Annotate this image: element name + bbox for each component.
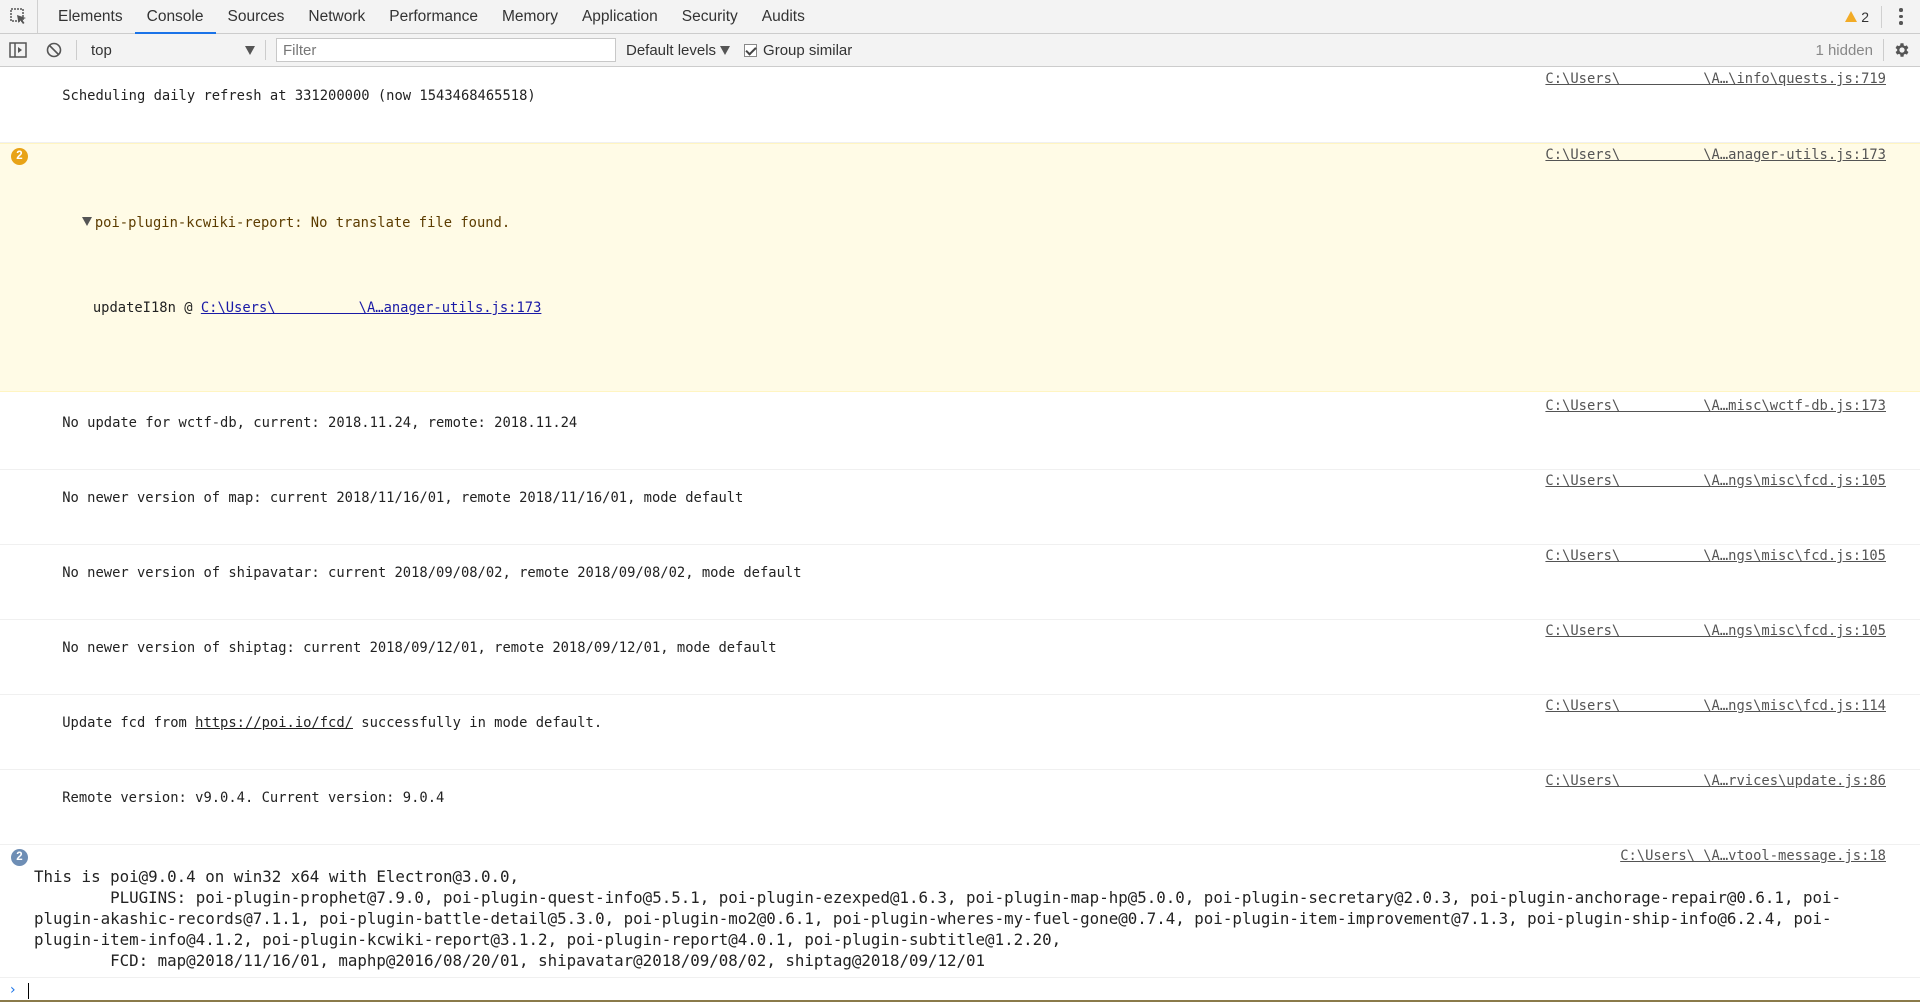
hidden-count: 1 hidden [1805,39,1884,61]
context-value: top [91,41,112,59]
toggle-sidebar-button[interactable] [0,34,36,67]
log-levels-label: Default levels [626,41,717,59]
log-levels-dropdown[interactable]: Default levels [626,41,731,59]
warning-counter[interactable]: 2 [1833,5,1882,28]
inspect-element-button[interactable] [0,0,38,33]
source-link[interactable]: C:\Users\ \A…rvices\update.js:86 [1545,773,1886,790]
source-link[interactable]: C:\Users\ \A…vtool-message.js:18 [1620,848,1886,865]
stack-function: updateI18n @ [92,300,201,316]
toolbar-separator [76,40,77,60]
fcd-url-link[interactable]: https://poi.io/fcd/ [195,715,353,731]
clear-console-button[interactable] [36,34,72,67]
source-link[interactable]: C:\Users\ \A…anager-utils.js:173 [1545,147,1886,164]
source-link[interactable]: C:\Users\ \A…ngs\misc\fcd.js:105 [1545,623,1886,640]
console-message: Scheduling daily refresh at 331200000 (n… [0,68,1920,143]
expand-triangle-icon[interactable] [81,217,92,226]
tab-application[interactable]: Application [570,0,670,33]
message-text-post: successfully in mode default. [352,715,603,731]
message-text: Remote version: v9.0.4. Current version:… [62,790,445,806]
message-text: No newer version of shipavatar: current … [62,565,802,581]
group-similar-checkbox[interactable] [744,43,758,57]
tab-performance[interactable]: Performance [377,0,490,33]
console-settings-button[interactable] [1884,41,1920,59]
source-link[interactable]: C:\Users\ \A…ngs\misc\fcd.js:105 [1545,473,1886,490]
message-text: No newer version of map: current 2018/11… [62,490,744,506]
console-warning: 2 poi-plugin-kcwiki-report: No translate… [0,143,1920,392]
tab-sources[interactable]: Sources [216,0,297,33]
more-options-icon[interactable] [1890,8,1912,25]
context-selector[interactable]: top [81,38,261,62]
console-message: No newer version of map: current 2018/11… [0,470,1920,545]
console-message: No newer version of shipavatar: current … [0,545,1920,620]
console-toolbar: top Default levels Group similar 1 hidde… [0,34,1920,67]
console-message: No newer version of shiptag: current 201… [0,620,1920,695]
message-text: No newer version of shiptag: current 201… [62,640,777,656]
tab-network[interactable]: Network [296,0,377,33]
console-message: Remote version: v9.0.4. Current version:… [0,770,1920,845]
console-info-message: 2 C:\Users\ \A…vtool-message.js:18 This … [0,845,1920,978]
bottom-border [0,1000,1920,1002]
tab-console[interactable]: Console [134,0,216,34]
stack-link[interactable]: C:\Users\ \A…anager-utils.js:173 [201,300,542,316]
stack-trace: updateI18n @ C:\Users\ \A…anager-utils.j… [29,283,1920,337]
source-link[interactable]: C:\Users\ \A…misc\wctf-db.js:173 [1545,398,1886,415]
tab-security[interactable]: Security [670,0,750,33]
clear-icon [46,42,62,58]
source-link[interactable]: C:\Users\ \A…ngs\misc\fcd.js:114 [1545,698,1886,715]
inspect-cursor-icon [9,7,26,24]
message-text: Scheduling daily refresh at 331200000 (n… [62,88,536,104]
warning-text: poi-plugin-kcwiki-report: No translate f… [94,215,511,231]
source-link[interactable]: C:\Users\ \A…\info\quests.js:719 [1545,71,1886,88]
chevron-down-icon [720,45,731,55]
message-text-pre: Update fcd from [62,715,196,731]
sidebar-icon [9,42,27,58]
warning-count: 2 [1861,8,1869,25]
toolbar-separator [265,40,266,60]
text-cursor [28,983,29,999]
repeat-count-badge: 2 [11,148,28,165]
console-message: Update fcd from https://poi.io/fcd/ succ… [0,695,1920,770]
chevron-down-icon [245,45,255,55]
version-info-text: This is poi@9.0.4 on win32 x64 with Elec… [34,867,1842,970]
devtools-tabbar: Elements Console Sources Network Perform… [0,0,1920,34]
tab-audits[interactable]: Audits [750,0,817,33]
message-text: No update for wctf-db, current: 2018.11.… [62,415,578,431]
group-similar-label: Group similar [763,41,853,59]
source-link[interactable]: C:\Users\ \A…ngs\misc\fcd.js:105 [1545,548,1886,565]
tab-elements[interactable]: Elements [46,0,135,33]
tab-memory[interactable]: Memory [490,0,570,33]
warning-icon [1845,11,1858,22]
repeat-count-badge: 2 [11,849,28,866]
filter-input[interactable] [276,38,616,62]
gear-icon [1895,43,1909,57]
group-similar-toggle[interactable]: Group similar [744,42,852,59]
console-message: No update for wctf-db, current: 2018.11.… [0,395,1920,470]
tabbar-right: 2 [1833,0,1920,33]
console-output: Scheduling daily refresh at 331200000 (n… [0,68,1920,1004]
prompt-chevron-icon: › [10,982,16,998]
